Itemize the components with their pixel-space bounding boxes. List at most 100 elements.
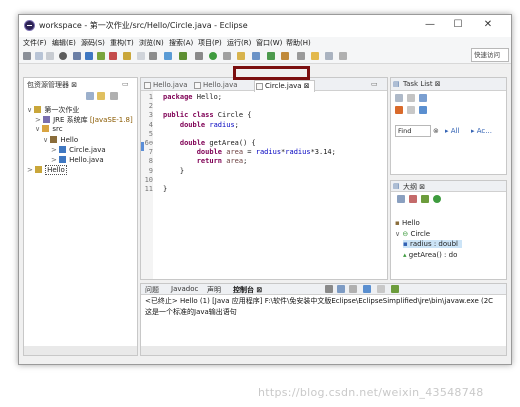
expand-arrow-icon[interactable]: >	[51, 146, 59, 154]
collapse-icon[interactable]	[407, 106, 415, 114]
view-menu-icon[interactable]	[110, 92, 118, 100]
show-whitespace-icon[interactable]	[149, 52, 157, 60]
editor-tab-hello-java-1[interactable]: Hello.java	[143, 80, 188, 91]
open-type-icon[interactable]	[73, 52, 81, 60]
close-button[interactable]: ✕	[481, 19, 495, 31]
sort-icon[interactable]	[409, 195, 417, 203]
open-task-icon[interactable]	[123, 52, 131, 60]
tree-item[interactable]: ∨ 第一次作业	[27, 105, 79, 115]
terminate-icon[interactable]	[325, 285, 333, 293]
tree-item[interactable]: > JRE 系统库 [JavaSE-1.8]	[35, 115, 133, 125]
pin-icon[interactable]	[339, 52, 347, 60]
forward-icon[interactable]	[325, 52, 333, 60]
hide-static-icon[interactable]	[433, 195, 441, 203]
expand-arrow-icon[interactable]: >	[27, 166, 35, 174]
maximize-button[interactable]: ☐	[451, 19, 465, 31]
quick-access-input[interactable]: 快速访问	[471, 48, 509, 62]
next-annotation-icon[interactable]	[195, 52, 203, 60]
new-server-icon[interactable]	[252, 52, 260, 60]
external-tools-icon[interactable]	[237, 52, 245, 60]
skip-breakpoints-icon[interactable]	[164, 52, 172, 60]
problems-tab[interactable]: 问题	[145, 285, 159, 295]
tree-item[interactable]: > Hello.java	[51, 156, 104, 164]
minimize-editor-icon[interactable]: ▭	[371, 80, 378, 88]
sync-icon[interactable]	[395, 106, 403, 114]
task-activate-link[interactable]: ▸ Ac...	[471, 127, 492, 135]
pen-icon[interactable]	[281, 52, 289, 60]
open-console-icon[interactable]	[391, 285, 399, 293]
tree-item[interactable]: > Circle.java	[51, 145, 106, 154]
toggle-mark-icon[interactable]	[137, 52, 145, 60]
run-icon[interactable]	[209, 52, 217, 60]
task-list-tab[interactable]: Task List ⊠	[403, 80, 441, 88]
save-icon[interactable]	[35, 52, 43, 60]
filter-icon[interactable]	[407, 94, 415, 102]
code-token: ;	[234, 120, 239, 129]
menu-file[interactable]: 文件(F)	[23, 38, 47, 48]
expand-arrow-icon[interactable]: ∨	[27, 106, 34, 114]
last-edit-icon[interactable]	[297, 52, 305, 60]
outline-tab[interactable]: 大纲 ⊠	[403, 182, 425, 192]
line-number: 8	[148, 157, 153, 166]
package-explorer-tab[interactable]: 包资源管理器 ⊠	[27, 80, 77, 90]
watermark: https://blog.csdn.net/weixin_43548748	[258, 386, 484, 399]
debug-icon[interactable]	[59, 52, 67, 60]
new-icon[interactable]	[23, 52, 31, 60]
editor-tab-hello-java-2[interactable]: Hello.java	[193, 80, 238, 91]
find-clear-icon[interactable]: ⊗	[433, 127, 439, 135]
new-class-icon[interactable]	[109, 52, 117, 60]
back-icon[interactable]	[311, 52, 319, 60]
save-all-icon[interactable]	[46, 52, 54, 60]
focus-icon[interactable]	[419, 106, 427, 114]
declaration-tab[interactable]: 声明	[207, 285, 221, 295]
menu-window[interactable]: 窗口(W)	[256, 38, 282, 48]
tree-item[interactable]: ∨ Hello	[43, 135, 78, 144]
package-explorer-pane: 包资源管理器 ⊠ ▭ ∨ 第一次作业 > JRE 系统库 [JavaSE-1.8]…	[23, 77, 138, 356]
expand-arrow-icon[interactable]: ∨	[43, 136, 50, 144]
collapse-all-icon[interactable]	[397, 195, 405, 203]
menu-search[interactable]: 搜索(A)	[169, 38, 193, 48]
menu-refactor[interactable]: 重构(T)	[110, 38, 134, 48]
outline-item[interactable]: ∨ ⊖ Circle	[395, 230, 430, 238]
tree-item[interactable]: ∨ src	[35, 125, 63, 133]
minimize-button[interactable]: —	[423, 19, 437, 31]
link-with-editor-icon[interactable]	[97, 92, 105, 100]
tree-item[interactable]: > Hello	[27, 165, 67, 176]
remove-launch-icon[interactable]	[337, 285, 345, 293]
hide-fields-icon[interactable]	[421, 195, 429, 203]
outline-item[interactable]: ▪ Hello	[395, 219, 420, 227]
expand-arrow-icon[interactable]: >	[51, 156, 59, 164]
categorize-icon[interactable]	[419, 94, 427, 102]
task-all-link[interactable]: ▸ All	[445, 127, 459, 135]
coverage-icon[interactable]	[267, 52, 275, 60]
menu-source[interactable]: 源码(S)	[81, 38, 105, 48]
javadoc-tab[interactable]: Javadoc	[171, 285, 198, 293]
scroll-lock-icon[interactable]	[363, 285, 371, 293]
new-package-icon[interactable]	[97, 52, 105, 60]
expand-arrow-icon[interactable]: >	[35, 116, 43, 124]
pin-console-icon[interactable]	[377, 285, 385, 293]
menu-edit[interactable]: 编辑(E)	[52, 38, 76, 48]
view-toolbar	[86, 92, 136, 100]
collapse-all-icon[interactable]	[86, 92, 94, 100]
menu-run[interactable]: 运行(R)	[227, 38, 251, 48]
new-java-project-icon[interactable]	[85, 52, 93, 60]
editor-tab-circle-java[interactable]: Circle.java ⊠	[254, 80, 315, 92]
expand-arrow-icon[interactable]: ∨	[35, 125, 42, 133]
menu-project[interactable]: 项目(P)	[198, 38, 222, 48]
horizontal-scrollbar[interactable]	[24, 346, 137, 355]
minimize-view-icon[interactable]: ▭	[122, 80, 129, 88]
console-scrollbar[interactable]	[141, 346, 506, 355]
outline-item[interactable]: ▪ radius : doubl	[403, 240, 462, 248]
console-tab[interactable]: 控制台 ⊠	[233, 285, 262, 295]
java-file-icon	[194, 82, 201, 89]
menu-navigate[interactable]: 浏览(N)	[139, 38, 164, 48]
run-dropdown-icon[interactable]	[223, 52, 231, 60]
menu-help[interactable]: 帮助(H)	[286, 38, 311, 48]
new-task-icon[interactable]	[395, 94, 403, 102]
task-find-input[interactable]: Find	[395, 125, 431, 137]
outline-item[interactable]: ▴ getArea() : do	[403, 251, 457, 259]
search-icon[interactable]	[179, 52, 187, 60]
clear-console-icon[interactable]	[349, 285, 357, 293]
